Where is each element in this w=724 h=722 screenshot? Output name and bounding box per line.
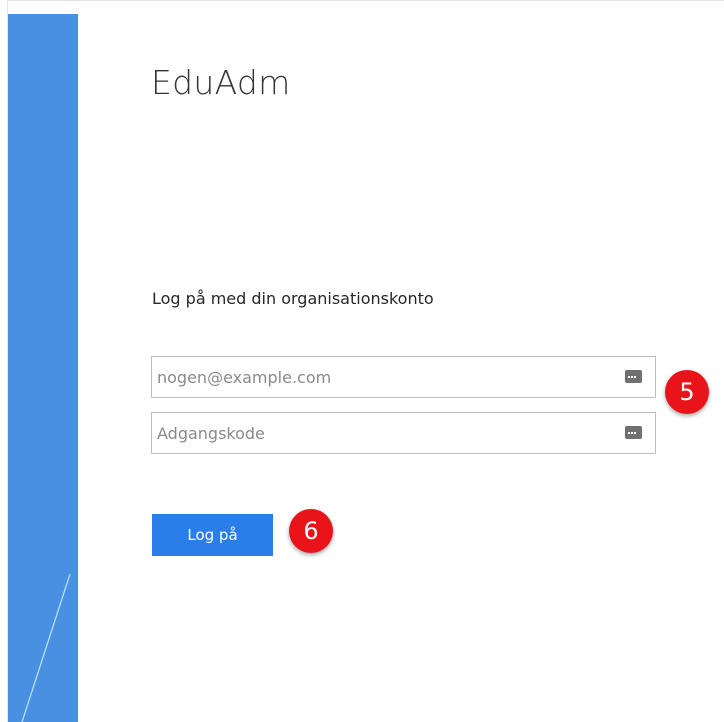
- email-input[interactable]: [152, 357, 655, 397]
- app-title: EduAdm: [151, 63, 291, 102]
- side-panel-line: [21, 573, 71, 722]
- password-dots-icon[interactable]: [625, 370, 642, 383]
- signin-button[interactable]: Log på: [152, 514, 273, 556]
- signin-heading: Log på med din organisationskonto: [152, 289, 434, 308]
- password-field[interactable]: [151, 412, 656, 454]
- step-badge-6: 6: [289, 509, 333, 553]
- side-panel-illustration: [8, 14, 78, 722]
- email-field[interactable]: [151, 356, 656, 398]
- step-badge-5: 5: [665, 370, 709, 414]
- top-border: [0, 0, 724, 1]
- password-input[interactable]: [152, 413, 655, 453]
- left-gutter: [0, 0, 8, 722]
- password-dots-icon[interactable]: [625, 426, 642, 439]
